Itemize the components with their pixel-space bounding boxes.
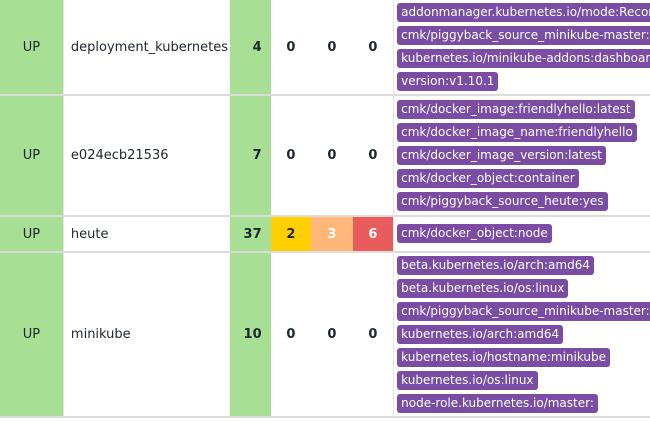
host-labels: addonmanager.kubernetes.io/mode:Reconcil… bbox=[393, 0, 650, 96]
service-count-ok[interactable]: 4 bbox=[230, 0, 271, 96]
host-label[interactable]: version:v1.10.1 bbox=[397, 72, 499, 91]
host-label[interactable]: cmk/piggyback_source_heute:yes bbox=[397, 192, 608, 211]
service-count-warn[interactable]: 2 bbox=[270, 217, 312, 253]
table-row: UP minikube 10 0 0 0 beta.kubernetes.io/… bbox=[0, 253, 650, 418]
host-state: UP bbox=[0, 253, 64, 418]
service-count-unknown[interactable]: 0 bbox=[311, 96, 353, 217]
host-name-link[interactable]: minikube bbox=[71, 327, 131, 342]
host-name-link[interactable]: deployment_kubernetes bbox=[71, 40, 228, 55]
host-label[interactable]: addonmanager.kubernetes.io/mode:Reconcil… bbox=[397, 3, 650, 22]
table-row: UP heute 37 2 3 6 cmk/docker_object:node bbox=[0, 217, 650, 253]
host-name-cell: minikube bbox=[63, 253, 231, 418]
service-count-warn[interactable]: 0 bbox=[270, 96, 312, 217]
host-label[interactable]: cmk/piggyback_source_minikube-master:yes bbox=[397, 26, 650, 45]
service-count-warn[interactable]: 0 bbox=[270, 0, 312, 96]
host-label[interactable]: kubernetes.io/minikube-addons:dashboard bbox=[397, 49, 650, 68]
host-label[interactable]: kubernetes.io/os:linux bbox=[397, 371, 538, 390]
service-count-ok[interactable]: 37 bbox=[230, 217, 271, 253]
service-count-ok[interactable]: 10 bbox=[230, 253, 271, 418]
host-label[interactable]: beta.kubernetes.io/os:linux bbox=[397, 279, 569, 298]
host-label[interactable]: node-role.kubernetes.io/master: bbox=[397, 394, 598, 413]
service-count-crit[interactable]: 0 bbox=[352, 0, 394, 96]
host-name-link[interactable]: heute bbox=[71, 227, 109, 242]
host-label[interactable]: cmk/docker_image_version:latest bbox=[397, 146, 606, 165]
host-state: UP bbox=[0, 217, 64, 253]
host-state: UP bbox=[0, 96, 64, 217]
service-count-crit[interactable]: 0 bbox=[352, 253, 394, 418]
host-name-cell: deployment_kubernetes bbox=[63, 0, 231, 96]
host-labels: beta.kubernetes.io/arch:amd64 beta.kuber… bbox=[393, 253, 650, 418]
host-label[interactable]: kubernetes.io/arch:amd64 bbox=[397, 325, 564, 344]
host-table: UP deployment_kubernetes 4 0 0 0 addonma… bbox=[0, 0, 650, 418]
host-label[interactable]: cmk/docker_object:node bbox=[397, 224, 552, 243]
service-count-ok[interactable]: 7 bbox=[230, 96, 271, 217]
host-label[interactable]: cmk/docker_image_name:friendlyhello bbox=[397, 123, 637, 142]
service-count-crit[interactable]: 0 bbox=[352, 96, 394, 217]
service-count-unknown[interactable]: 0 bbox=[311, 0, 353, 96]
service-count-unknown[interactable]: 0 bbox=[311, 253, 353, 418]
host-state: UP bbox=[0, 0, 64, 96]
service-count-unknown[interactable]: 3 bbox=[311, 217, 353, 253]
host-label[interactable]: kubernetes.io/hostname:minikube bbox=[397, 348, 611, 367]
table-row: UP e024ecb21536 7 0 0 0 cmk/docker_image… bbox=[0, 96, 650, 217]
host-name-cell: heute bbox=[63, 217, 231, 253]
host-label[interactable]: cmk/docker_image:friendlyhello:latest bbox=[397, 100, 635, 119]
host-labels: cmk/docker_image:friendlyhello:latest cm… bbox=[393, 96, 650, 217]
host-label[interactable]: cmk/piggyback_source_minikube-master:yes bbox=[397, 302, 650, 321]
host-name-cell: e024ecb21536 bbox=[63, 96, 231, 217]
host-label[interactable]: cmk/docker_object:container bbox=[397, 169, 579, 188]
host-labels: cmk/docker_object:node bbox=[393, 217, 650, 253]
table-row: UP deployment_kubernetes 4 0 0 0 addonma… bbox=[0, 0, 650, 96]
service-count-crit[interactable]: 6 bbox=[352, 217, 394, 253]
host-label[interactable]: beta.kubernetes.io/arch:amd64 bbox=[397, 256, 594, 275]
host-name-link[interactable]: e024ecb21536 bbox=[71, 148, 169, 163]
service-count-warn[interactable]: 0 bbox=[270, 253, 312, 418]
